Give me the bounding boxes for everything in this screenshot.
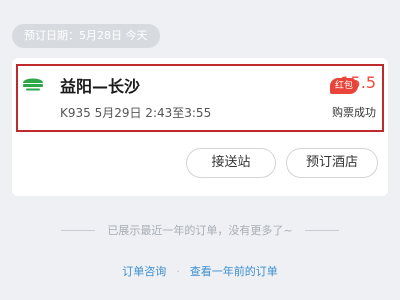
order-card[interactable]: 益阳—长沙 ¥15.5 K935 5月29日 2:43至3:55 购票成功 接送…	[12, 58, 388, 196]
end-message: 已展示最近一年的订单，没有更多了~	[107, 224, 293, 237]
train-icon	[23, 78, 43, 91]
booking-date-pill: 预订日期：5月28日 今天	[12, 24, 160, 48]
red-packet-badge: 红包	[330, 78, 359, 94]
train-info: K935 5月29日 2:43至3:55	[60, 106, 212, 120]
end-of-list: 已展示最近一年的订单，没有更多了~	[0, 222, 400, 238]
route-title: 益阳—长沙	[60, 77, 141, 96]
order-consult-link[interactable]: 订单咨询	[122, 263, 166, 279]
pickup-button[interactable]: 接送站	[186, 148, 276, 178]
view-older-orders-link[interactable]: 查看一年前的订单	[190, 263, 278, 279]
divider-left	[61, 229, 96, 231]
link-separator: ·	[176, 264, 180, 278]
footer-links: 订单咨询 · 查看一年前的订单	[0, 263, 400, 279]
book-hotel-button[interactable]: 预订酒店	[286, 148, 378, 178]
order-status: 购票成功	[332, 106, 376, 119]
divider-right	[304, 229, 339, 231]
